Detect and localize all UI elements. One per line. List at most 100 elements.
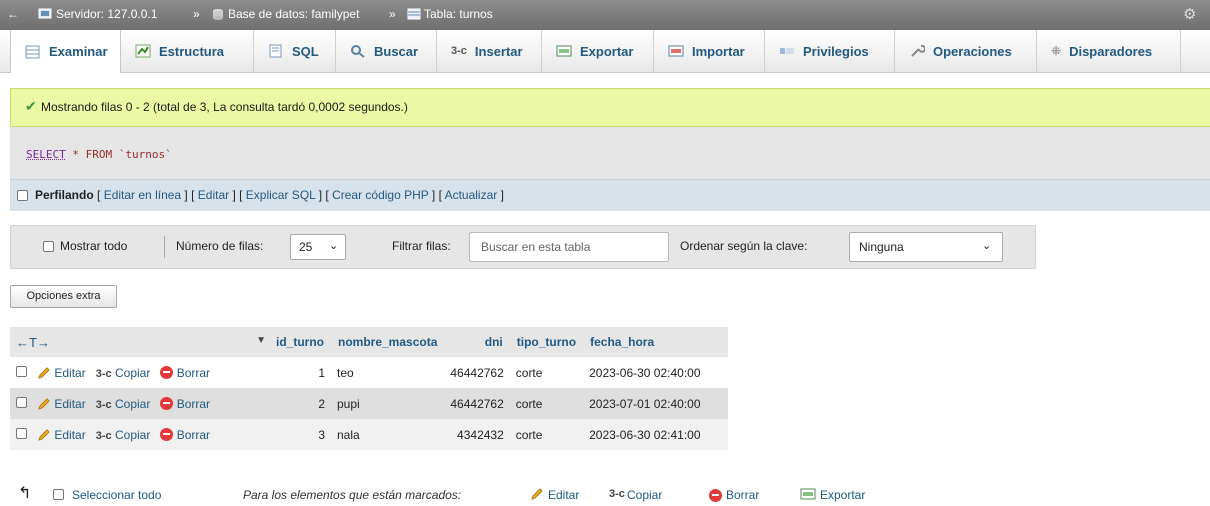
create-php-link[interactable]: Crear código PHP — [332, 188, 429, 202]
rows-select[interactable]: 25 ⌄ — [290, 234, 346, 260]
filter-label: Filtrar filas: — [392, 239, 451, 253]
column-arrows[interactable]: ←T→ ▼ — [10, 327, 269, 357]
column-header-fecha_hora[interactable]: fecha_hora — [583, 327, 729, 357]
cell-tipo_turno[interactable]: corte — [509, 419, 584, 450]
profiling-label: Perfilando — [35, 188, 94, 202]
sort-triangle-icon[interactable]: ▼ — [256, 335, 266, 346]
table-row: Editar 3-c Copiar Borrar 3 nala 4342432 … — [10, 419, 729, 450]
column-header-dni[interactable]: dni — [444, 327, 510, 357]
tab-import[interactable]: Importar — [654, 30, 765, 72]
table-row: Editar 3-c Copiar Borrar 1 teo 46442762 … — [10, 357, 729, 388]
breadcrumb-database[interactable]: Base de datos: familypet — [228, 7, 359, 21]
copy-row-link[interactable]: Copiar — [115, 397, 150, 411]
breadcrumb-table[interactable]: Tabla: turnos — [424, 7, 493, 21]
delete-row-link[interactable]: Borrar — [177, 397, 210, 411]
copy-row-link[interactable]: Copiar — [115, 428, 150, 442]
sql-icon — [269, 44, 282, 58]
breadcrumb-separator: » — [193, 7, 200, 21]
edit-link[interactable]: Editar — [198, 188, 229, 202]
cell-id_turno[interactable]: 3 — [269, 419, 331, 450]
cell-dni[interactable]: 4342432 — [444, 419, 510, 450]
cell-id_turno[interactable]: 1 — [269, 357, 331, 388]
row-checkbox[interactable] — [16, 396, 27, 408]
structure-icon — [135, 44, 151, 58]
tab-bar: Examinar Estructura SQL Buscar 3-c Inser… — [0, 30, 1210, 73]
row-checkbox[interactable] — [16, 427, 27, 439]
tab-browse[interactable]: Examinar — [10, 30, 121, 73]
edit-row-link[interactable]: Editar — [54, 397, 85, 411]
database-icon — [213, 9, 223, 20]
tab-search[interactable]: Buscar — [336, 30, 437, 72]
extra-options-button[interactable]: Opciones extra — [10, 285, 117, 308]
table-icon — [407, 8, 421, 20]
cell-dni[interactable]: 46442762 — [444, 388, 510, 419]
show-all-checkbox[interactable] — [43, 241, 54, 252]
settings-gear-icon[interactable]: ⚙ — [1183, 5, 1196, 23]
divider — [164, 236, 165, 258]
copy-row-link[interactable]: Copiar — [115, 366, 150, 380]
tab-export[interactable]: Exportar — [542, 30, 654, 72]
cell-fecha_hora[interactable]: 2023-06-30 02:41:00 — [583, 419, 729, 450]
edit-inline-link[interactable]: Editar en línea — [104, 188, 181, 202]
tab-insert[interactable]: 3-c Insertar — [437, 30, 542, 72]
select-all-checkbox[interactable] — [53, 489, 64, 500]
bulk-export-button[interactable]: Exportar — [820, 488, 865, 502]
arrow-up-left-icon: ↰ — [18, 485, 32, 502]
copy-icon: 3-c — [95, 398, 112, 411]
cell-fecha_hora[interactable]: 2023-06-30 02:40:00 — [583, 357, 729, 388]
checkmark-icon: ✔ — [25, 98, 37, 114]
breadcrumb-separator: » — [389, 7, 396, 21]
success-message: ✔ Mostrando filas 0 - 2 (total de 3, La … — [10, 88, 1210, 127]
wrench-icon — [911, 44, 925, 57]
pencil-icon — [38, 397, 50, 410]
cell-tipo_turno[interactable]: corte — [509, 357, 584, 388]
bulk-delete-button[interactable]: Borrar — [726, 488, 759, 502]
tab-operations[interactable]: Operaciones — [895, 30, 1037, 72]
explain-sql-link[interactable]: Explicar SQL — [246, 188, 316, 202]
tab-structure[interactable]: Estructura — [121, 30, 254, 72]
chevron-down-icon: ⌄ — [329, 240, 339, 252]
sql-query[interactable]: SELECT * FROM `turnos` — [26, 148, 172, 161]
marked-label: Para los elementos que están marcados: — [243, 488, 462, 502]
search-icon — [351, 45, 365, 58]
cell-nombre_mascota[interactable]: nala — [331, 419, 445, 450]
tab-sql[interactable]: SQL — [254, 30, 336, 72]
sql-query-box: SELECT * FROM `turnos` — [10, 127, 1210, 179]
delete-row-link[interactable]: Borrar — [177, 428, 210, 442]
edit-row-link[interactable]: Editar — [54, 366, 85, 380]
breadcrumb-server[interactable]: Servidor: 127.0.0.1 — [56, 7, 157, 21]
row-checkbox[interactable] — [16, 365, 27, 377]
import-icon — [668, 45, 684, 57]
sort-select[interactable]: Ninguna ⌄ — [849, 232, 1003, 262]
table-row: Editar 3-c Copiar Borrar 2 pupi 46442762… — [10, 388, 729, 419]
cell-id_turno[interactable]: 2 — [269, 388, 331, 419]
cell-dni[interactable]: 46442762 — [444, 357, 510, 388]
bulk-edit-button[interactable]: Editar — [548, 488, 579, 502]
profiling-checkbox[interactable] — [17, 190, 28, 201]
bulk-copy-button[interactable]: Copiar — [627, 488, 662, 502]
tab-triggers[interactable]: ⁜ Disparadores — [1037, 30, 1181, 72]
edit-row-link[interactable]: Editar — [54, 428, 85, 442]
cell-nombre_mascota[interactable]: pupi — [331, 388, 445, 419]
back-arrow-icon[interactable]: ← — [7, 7, 19, 21]
rows-label: Número de filas: — [176, 239, 264, 253]
column-header-id_turno[interactable]: id_turno — [269, 327, 331, 357]
navigation-bar: Mostrar todo Número de filas: 25 ⌄ Filtr… — [10, 225, 1036, 269]
server-icon — [38, 8, 52, 19]
copy-icon: 3-c — [95, 367, 112, 380]
tab-privileges[interactable]: Privilegios — [765, 30, 895, 72]
copy-icon: 3-c — [95, 429, 112, 442]
column-header-nombre_mascota[interactable]: nombre_mascota — [331, 327, 445, 357]
sql-keyword-select[interactable]: SELECT — [26, 148, 66, 161]
pencil-icon — [38, 366, 50, 379]
column-header-tipo_turno[interactable]: tipo_turno — [509, 327, 584, 357]
filter-input[interactable]: Buscar en esta tabla — [469, 232, 669, 262]
refresh-link[interactable]: Actualizar — [445, 188, 498, 202]
delete-row-link[interactable]: Borrar — [177, 366, 210, 380]
triggers-icon: ⁜ — [1051, 44, 1062, 58]
cell-fecha_hora[interactable]: 2023-07-01 02:40:00 — [583, 388, 729, 419]
cell-nombre_mascota[interactable]: teo — [331, 357, 445, 388]
sql-query-rest: * FROM `turnos` — [72, 148, 172, 161]
select-all-label[interactable]: Seleccionar todo — [72, 488, 161, 502]
cell-tipo_turno[interactable]: corte — [509, 388, 584, 419]
